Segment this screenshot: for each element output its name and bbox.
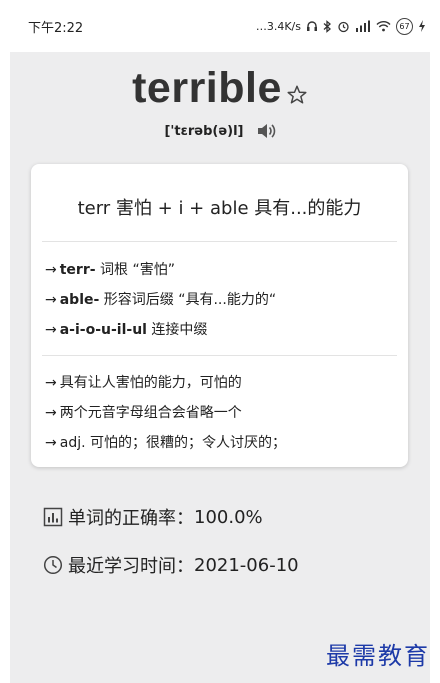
bluetooth-icon <box>323 19 331 33</box>
meaning-line: → 两个元音字母组合会省略一个 <box>45 405 242 421</box>
headphones-icon <box>307 21 317 31</box>
etymology-card: terr 害怕 + i + able 具有...的能力 → terr- 词根 “害… <box>31 164 408 467</box>
alarm-icon <box>338 21 349 32</box>
lightning-icon <box>419 20 425 32</box>
root-line: → a-i-o-u-il-ul 连接中缀 <box>45 322 208 338</box>
divider <box>42 241 397 242</box>
signal-icon <box>356 20 370 32</box>
phonetic-row: ['tɛrəb(ə)l] <box>10 122 430 140</box>
watermark-logo: 最需教育 <box>326 642 430 670</box>
star-outline-icon[interactable] <box>286 84 308 106</box>
last-study-value: 2021-06-10 <box>194 554 299 576</box>
phonetic-text: ['tɛrəb(ə)l] <box>164 123 244 139</box>
accuracy-value: 100.0% <box>194 506 263 528</box>
accuracy-stat: 单词的正确率： 100.0% <box>43 504 263 530</box>
word-detail-screen: terrible ['tɛrəb(ə)l] terr 害怕 + i + able… <box>10 52 430 683</box>
last-study-stat: 最近学习时间： 2021-06-10 <box>43 552 299 578</box>
last-study-label: 最近学习时间： <box>68 556 194 577</box>
divider <box>42 355 397 356</box>
network-speed: …3.4K/s <box>255 19 301 33</box>
etymology-formula: terr 害怕 + i + able 具有...的能力 <box>77 198 362 219</box>
battery-icon: 67 <box>396 17 413 35</box>
status-time: 下午2:22 <box>28 20 84 36</box>
accuracy-label: 单词的正确率： <box>68 508 194 529</box>
wifi-icon <box>376 21 391 32</box>
root-line: → terr- 词根 “害怕” <box>45 262 175 278</box>
status-icons: …3.4K/s 67 <box>255 17 426 35</box>
bar-chart-icon <box>43 507 63 527</box>
word-title: terrible <box>132 64 282 112</box>
meaning-line: → adj. 可怕的；很糟的；令人讨厌的； <box>45 435 286 451</box>
status-bar: 下午2:22 …3.4K/s 67 <box>0 0 440 52</box>
clock-icon <box>43 555 63 575</box>
meaning-line: → 具有让人害怕的能力，可怕的 <box>45 375 242 391</box>
root-line: → able- 形容词后缀 “具有...能力的“ <box>45 292 277 308</box>
speaker-icon[interactable] <box>256 122 276 140</box>
word-header: terrible <box>10 64 430 112</box>
